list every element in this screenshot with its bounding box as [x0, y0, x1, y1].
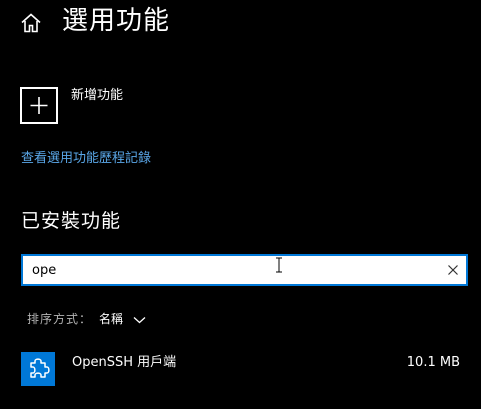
puzzle-icon [30, 358, 50, 378]
sort-label: 排序方式： [27, 312, 93, 326]
search-input[interactable]: ope [21, 254, 468, 286]
page-title: 選用功能 [62, 6, 171, 36]
text-cursor-icon [276, 257, 282, 273]
plus-icon [30, 97, 48, 114]
add-feature-label[interactable]: 新增功能 [71, 87, 123, 105]
installed-features-heading: 已安裝功能 [21, 210, 122, 232]
feature-name: OpenSSH 用戶端 [72, 355, 177, 370]
close-icon[interactable] [447, 264, 459, 276]
list-item[interactable]: OpenSSH 用戶端 10.1 MB [0, 346, 481, 394]
chevron-down-icon[interactable] [133, 316, 146, 324]
sort-control[interactable]: 排序方式： 名稱 [27, 309, 146, 329]
sort-value[interactable]: 名稱 [99, 312, 123, 326]
home-icon[interactable] [20, 12, 42, 34]
add-feature-button[interactable] [20, 87, 58, 124]
feature-icon-tile [21, 352, 55, 386]
feature-size: 10.1 MB [406, 355, 460, 370]
optional-features-page: 選用功能 新增功能 查看選用功能歷程記錄 已安裝功能 ope 排序方式： 名稱 [0, 0, 481, 409]
view-history-link[interactable]: 查看選用功能歷程記錄 [21, 150, 151, 168]
search-input-value[interactable]: ope [32, 262, 56, 280]
